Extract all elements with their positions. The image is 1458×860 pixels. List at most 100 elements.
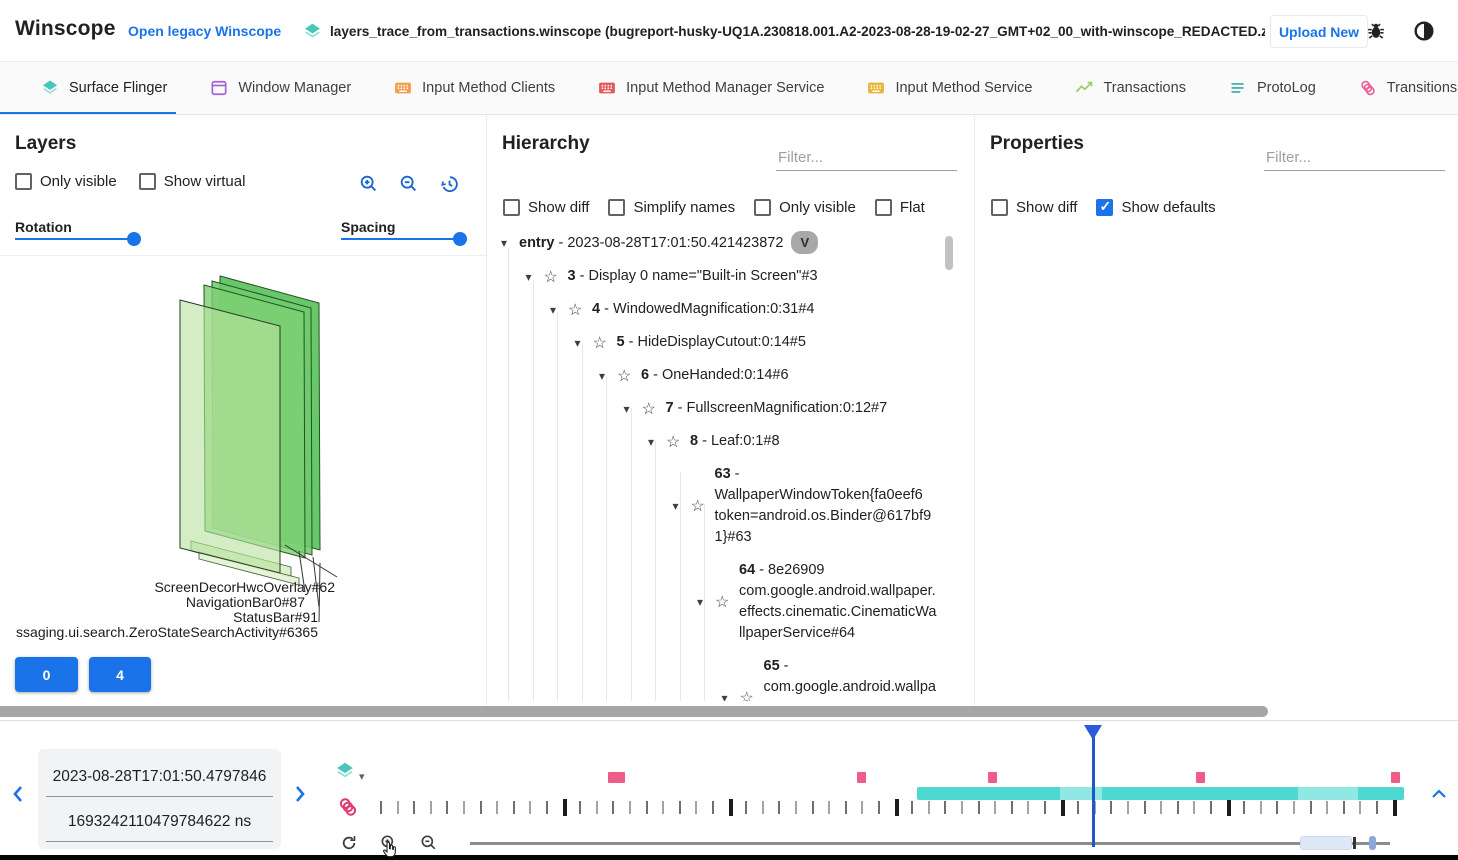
expand-caret-icon[interactable]: ▾ bbox=[648, 435, 666, 449]
checkbox-only-visible[interactable]: Only visible bbox=[15, 173, 117, 190]
expand-caret-icon[interactable]: ▾ bbox=[624, 402, 642, 416]
hierarchy-scrollbar[interactable] bbox=[945, 236, 953, 270]
open-legacy-winscope-link[interactable]: Open legacy Winscope bbox=[128, 23, 281, 39]
next-entry-chevron-icon[interactable] bbox=[292, 784, 308, 809]
pin-star-icon[interactable]: ☆ bbox=[666, 432, 690, 452]
spacing-slider[interactable] bbox=[341, 238, 466, 240]
collapse-timeline-chevron-icon[interactable] bbox=[1430, 787, 1448, 805]
pin-star-icon[interactable]: ☆ bbox=[544, 267, 568, 287]
checkbox-show-defaults[interactable]: Show defaults bbox=[1096, 199, 1215, 216]
horizontal-scrollbar[interactable] bbox=[0, 706, 1268, 717]
transition-marker[interactable] bbox=[857, 772, 866, 783]
rotation-slider-thumb[interactable] bbox=[127, 232, 141, 246]
tab-input-method-manager-service[interactable]: Input Method Manager Service bbox=[597, 78, 824, 98]
expand-caret-icon[interactable]: ▾ bbox=[599, 369, 617, 383]
tree-node-6[interactable]: ▾☆6 - OneHanded:0:14#6 bbox=[493, 365, 945, 386]
pin-star-icon[interactable]: ☆ bbox=[691, 496, 715, 516]
tree-node-63[interactable]: ▾☆63 - WallpaperWindowToken{fa0eef6 toke… bbox=[493, 464, 945, 548]
upload-new-button[interactable]: Upload New bbox=[1270, 15, 1368, 48]
rotation-slider[interactable] bbox=[15, 238, 140, 240]
tree-node-8[interactable]: ▾☆8 - Leaf:0:1#8 bbox=[493, 431, 945, 452]
tree-node-65[interactable]: ▾☆65 - com.google.android.wallpaper.effe… bbox=[493, 656, 945, 701]
trace-dropdown-caret-icon[interactable]: ▾ bbox=[359, 770, 365, 783]
timeline-tick bbox=[861, 801, 863, 814]
expand-caret-icon[interactable]: ▾ bbox=[575, 336, 593, 350]
tab-transitions[interactable]: Transitions bbox=[1358, 78, 1457, 98]
checkbox-unchecked[interactable] bbox=[875, 199, 892, 216]
timeline-tick bbox=[828, 801, 830, 814]
expand-caret-icon[interactable]: ▾ bbox=[697, 595, 715, 609]
checkbox-unchecked[interactable] bbox=[754, 199, 771, 216]
timeline-zoom-slider[interactable] bbox=[470, 842, 1390, 845]
spacing-slider-thumb[interactable] bbox=[453, 232, 467, 246]
checkbox-checked[interactable] bbox=[1096, 199, 1113, 216]
tree-node-7[interactable]: ▾☆7 - FullscreenMagnification:0:12#7 bbox=[493, 398, 945, 419]
checkbox-only-visible[interactable]: Only visible bbox=[754, 199, 856, 216]
surface-flinger-trace-icon[interactable] bbox=[334, 760, 356, 787]
dark-mode-toggle-icon[interactable] bbox=[1412, 19, 1436, 48]
bug-report-icon[interactable] bbox=[1365, 20, 1387, 47]
pin-star-icon[interactable]: ☆ bbox=[715, 592, 739, 612]
timeline-cursor-head[interactable] bbox=[1082, 724, 1104, 747]
checkbox-show-diff[interactable]: Show diff bbox=[503, 199, 589, 216]
tree-node-id: 7 bbox=[666, 400, 674, 416]
tab-protolog[interactable]: ProtoLog bbox=[1228, 78, 1316, 98]
timestamp-ns-input[interactable] bbox=[46, 802, 273, 842]
tree-node-entry[interactable]: ▾entry - 2023-08-28T17:01:50.421423872V bbox=[493, 231, 945, 254]
checkbox-unchecked[interactable] bbox=[139, 173, 156, 190]
timeline-tick bbox=[1243, 801, 1245, 814]
transition-marker[interactable] bbox=[1196, 772, 1205, 783]
timeline-zoom-selection-tick bbox=[1353, 837, 1356, 849]
tree-node-text: 65 - com.google.android.wallpaper.effect… bbox=[764, 656, 938, 701]
timeline-tick bbox=[1044, 801, 1046, 814]
expand-caret-icon[interactable]: ▾ bbox=[550, 303, 568, 317]
pin-star-icon[interactable]: ☆ bbox=[642, 399, 666, 419]
hierarchy-filter-input[interactable] bbox=[776, 145, 957, 171]
checkbox-show-diff[interactable]: Show diff bbox=[991, 199, 1077, 216]
properties-filter-input[interactable] bbox=[1264, 145, 1445, 171]
transition-marker[interactable] bbox=[616, 772, 625, 783]
checkbox-show-virtual[interactable]: Show virtual bbox=[139, 173, 246, 190]
tab-input-method-service[interactable]: Input Method Service bbox=[866, 78, 1032, 98]
tree-node-3[interactable]: ▾☆3 - Display 0 name="Built-in Screen"#3 bbox=[493, 266, 945, 287]
tree-node-text: 64 - 8e26909 com.google.android.wallpape… bbox=[739, 560, 937, 644]
tab-surface-flinger[interactable]: Surface Flinger bbox=[40, 78, 167, 98]
expand-caret-icon[interactable]: ▾ bbox=[501, 236, 519, 250]
transitions-trace-icon[interactable] bbox=[336, 795, 360, 824]
timestamp-field[interactable] bbox=[46, 757, 273, 797]
zoom-out-icon[interactable] bbox=[398, 173, 420, 200]
zoom-in-icon[interactable] bbox=[358, 173, 380, 200]
timestamp-ns-field[interactable] bbox=[46, 802, 273, 842]
checkbox-unchecked[interactable] bbox=[503, 199, 520, 216]
tree-node-5[interactable]: ▾☆5 - HideDisplayCutout:0:14#5 bbox=[493, 332, 945, 353]
timeline-tick bbox=[612, 801, 614, 814]
tree-node-64[interactable]: ▾☆64 - 8e26909 com.google.android.wallpa… bbox=[493, 560, 945, 644]
tab-window-manager[interactable]: Window Manager bbox=[209, 78, 351, 98]
checkbox-unchecked[interactable] bbox=[15, 173, 32, 190]
reset-view-icon[interactable] bbox=[438, 173, 460, 200]
pin-star-icon[interactable]: ☆ bbox=[568, 300, 592, 320]
timeline-zoom-handle[interactable] bbox=[1369, 836, 1376, 850]
expand-caret-icon[interactable]: ▾ bbox=[526, 270, 544, 284]
tab-input-method-clients[interactable]: Input Method Clients bbox=[393, 78, 555, 98]
pin-star-icon[interactable]: ☆ bbox=[617, 366, 641, 386]
tree-node-4[interactable]: ▾☆4 - WindowedMagnification:0:31#4 bbox=[493, 299, 945, 320]
layer-page-button-4[interactable]: 4 bbox=[89, 657, 151, 692]
trace-tabbar: Surface Flinger Window Manager Input Metho… bbox=[0, 62, 1458, 115]
transition-marker[interactable] bbox=[988, 772, 997, 783]
prev-entry-chevron-icon[interactable] bbox=[10, 784, 26, 809]
expand-caret-icon[interactable]: ▾ bbox=[722, 691, 740, 701]
checkbox-unchecked[interactable] bbox=[991, 199, 1008, 216]
timestamp-input[interactable] bbox=[46, 757, 273, 797]
transition-marker[interactable] bbox=[1391, 772, 1400, 783]
pin-star-icon[interactable]: ☆ bbox=[740, 688, 764, 701]
expand-caret-icon[interactable]: ▾ bbox=[673, 499, 691, 513]
tab-transactions[interactable]: Transactions bbox=[1074, 78, 1185, 98]
checkbox-unchecked[interactable] bbox=[608, 199, 625, 216]
checkbox-simplify-names[interactable]: Simplify names bbox=[608, 199, 735, 216]
checkbox-flat[interactable]: Flat bbox=[875, 199, 925, 216]
timeline-zoom-selection[interactable] bbox=[1300, 836, 1352, 850]
pin-star-icon[interactable]: ☆ bbox=[593, 333, 617, 353]
timeline-tick bbox=[1326, 801, 1328, 814]
layer-page-button-0[interactable]: 0 bbox=[15, 657, 78, 692]
